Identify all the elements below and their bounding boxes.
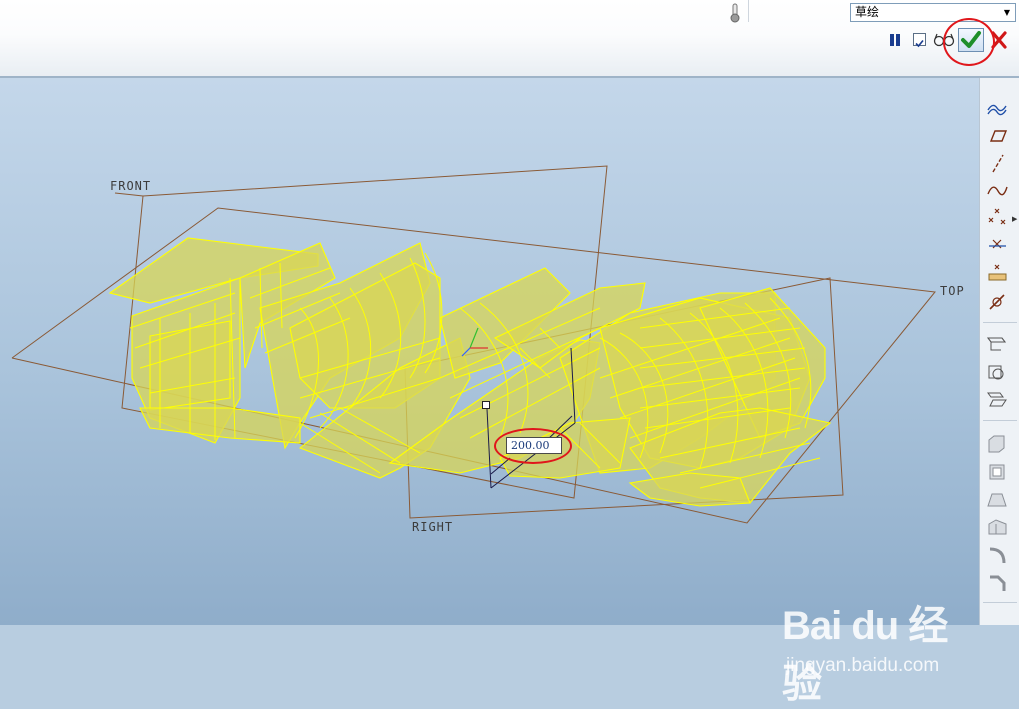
toolbar-divider <box>983 420 1017 421</box>
toolbar-divider <box>983 322 1017 323</box>
mode-select-value: 草绘 <box>855 5 880 19</box>
hole-icon[interactable] <box>984 516 1010 540</box>
graphics-window[interactable]: FRONT TOP RIGHT 200.00 Bai du 经验 jingyan… <box>0 78 979 706</box>
sweep-tool-icon[interactable] <box>984 388 1010 412</box>
coordinate-system-icon[interactable] <box>984 290 1010 314</box>
right-toolbar: ▶ <box>979 78 1019 625</box>
datum-axis-icon[interactable] <box>984 152 1010 176</box>
datum-curve-icon[interactable] <box>984 178 1010 202</box>
pause-icon[interactable] <box>888 33 902 47</box>
datum-plane-right-label[interactable]: RIGHT <box>412 520 453 534</box>
revolve-tool-icon[interactable] <box>984 360 1010 384</box>
shell-icon[interactable] <box>984 432 1010 456</box>
watermark-url: jingyan.baidu.com <box>786 655 940 676</box>
checkbox-icon[interactable] <box>913 33 926 48</box>
watermark: Bai du 经验 jingyan.baidu.com <box>782 593 972 706</box>
toolbar-divider <box>983 602 1017 603</box>
extrude-tool-icon[interactable] <box>984 332 1010 356</box>
model-wireframe <box>11 165 936 524</box>
sketch-curve-icon[interactable] <box>984 96 1010 120</box>
ok-button-highlight-circle <box>943 18 995 66</box>
datum-plane-top-label[interactable]: TOP <box>940 284 965 298</box>
draft-icon[interactable] <box>984 488 1010 512</box>
datum-point-icon[interactable] <box>984 206 1010 230</box>
datum-plane-icon[interactable] <box>984 124 1010 148</box>
chevron-down-icon[interactable]: ▼ <box>999 4 1015 21</box>
thermometer-icon <box>728 3 742 23</box>
drag-handle[interactable] <box>482 401 490 409</box>
round-icon[interactable] <box>984 544 1010 568</box>
dimension-highlight-circle <box>494 428 572 464</box>
flyout-arrow-icon[interactable]: ▶ <box>1012 215 1017 223</box>
feature-dashboard: 草绘 ▼ <box>0 0 1019 78</box>
mode-select[interactable]: 草绘 ▼ <box>850 3 1016 22</box>
watermark-brand: Bai du 经验 <box>782 604 948 706</box>
rib-icon[interactable] <box>984 460 1010 484</box>
chamfer-icon[interactable] <box>984 572 1010 596</box>
datum-plane-front-label[interactable]: FRONT <box>110 179 151 193</box>
offset-point-icon[interactable] <box>984 234 1010 258</box>
toolbar-divider <box>748 0 749 22</box>
field-point-icon[interactable] <box>984 262 1010 286</box>
